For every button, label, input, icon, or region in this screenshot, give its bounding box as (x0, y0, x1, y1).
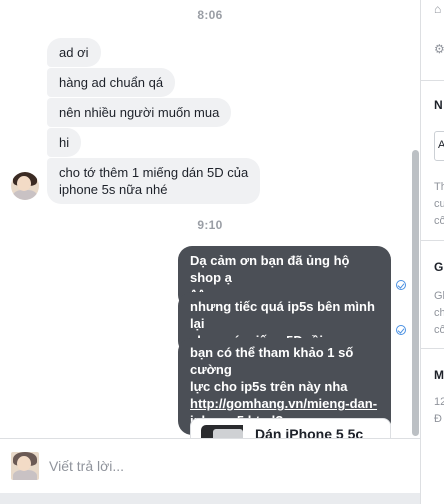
home-icon[interactable]: ⌂ (434, 2, 441, 16)
message-line: Dạ cảm ơn bạn đã ủng hộ shop ạ (190, 253, 350, 285)
side-text: ch (434, 307, 444, 319)
side-text: 12 (434, 396, 444, 408)
info-side-panel: ⌂ ⚙ N A Th cu cố G Gl ch cố M 12 Đ (420, 0, 444, 504)
side-text: Đ (434, 413, 442, 425)
bottom-bar (0, 493, 420, 504)
incoming-message[interactable]: hàng ad chuẩn qá (47, 68, 176, 97)
seen-check-icon (396, 325, 406, 335)
seen-check-icon (396, 280, 406, 290)
reply-input[interactable]: Viết trả lời... (49, 458, 124, 474)
message-line: cho tớ thêm 1 miếng dán 5D của (59, 165, 249, 180)
link-preview-title: Dán iPhone 5 5c (255, 426, 364, 438)
message-line: bạn có thể tham khảo 1 số cường (190, 345, 354, 377)
reply-composer: Viết trả lời... (0, 438, 420, 493)
side-heading: N (434, 98, 443, 112)
side-input[interactable]: A (434, 131, 444, 161)
link-preview-card[interactable]: Dán iPhone 5 5c (190, 418, 391, 438)
user-avatar (11, 452, 39, 480)
conversation-scrollbar[interactable] (411, 0, 420, 438)
side-text: Gl (434, 290, 444, 302)
timestamp: 9:10 (197, 218, 223, 232)
message-line: lực cho ip5s trên này nha (190, 379, 348, 394)
scrollbar-thumb[interactable] (412, 150, 419, 436)
side-text: Th (434, 181, 444, 193)
side-heading: M (434, 368, 444, 382)
incoming-message[interactable]: ad ơi (47, 38, 101, 67)
incoming-message[interactable]: hi (47, 128, 82, 157)
side-text: cố (434, 215, 444, 227)
message-line: nhưng tiếc quá ip5s bên mình lại (190, 299, 375, 331)
side-heading: G (434, 260, 444, 274)
timestamp: 8:06 (197, 8, 223, 22)
contact-avatar[interactable] (11, 172, 39, 200)
side-text: cố (434, 324, 444, 336)
incoming-message[interactable]: cho tớ thêm 1 miếng dán 5D của iphone 5s… (47, 158, 261, 204)
side-text: cu (434, 198, 444, 210)
settings-icon[interactable]: ⚙ (434, 42, 444, 56)
conversation-pane: 8:06 ad ơi hàng ad chuẩn qá nên nhiều ng… (0, 0, 420, 438)
link-preview-image (201, 425, 243, 438)
incoming-message[interactable]: nên nhiều người muốn mua (47, 98, 232, 127)
message-line: iphone 5s nữa nhé (59, 182, 168, 197)
